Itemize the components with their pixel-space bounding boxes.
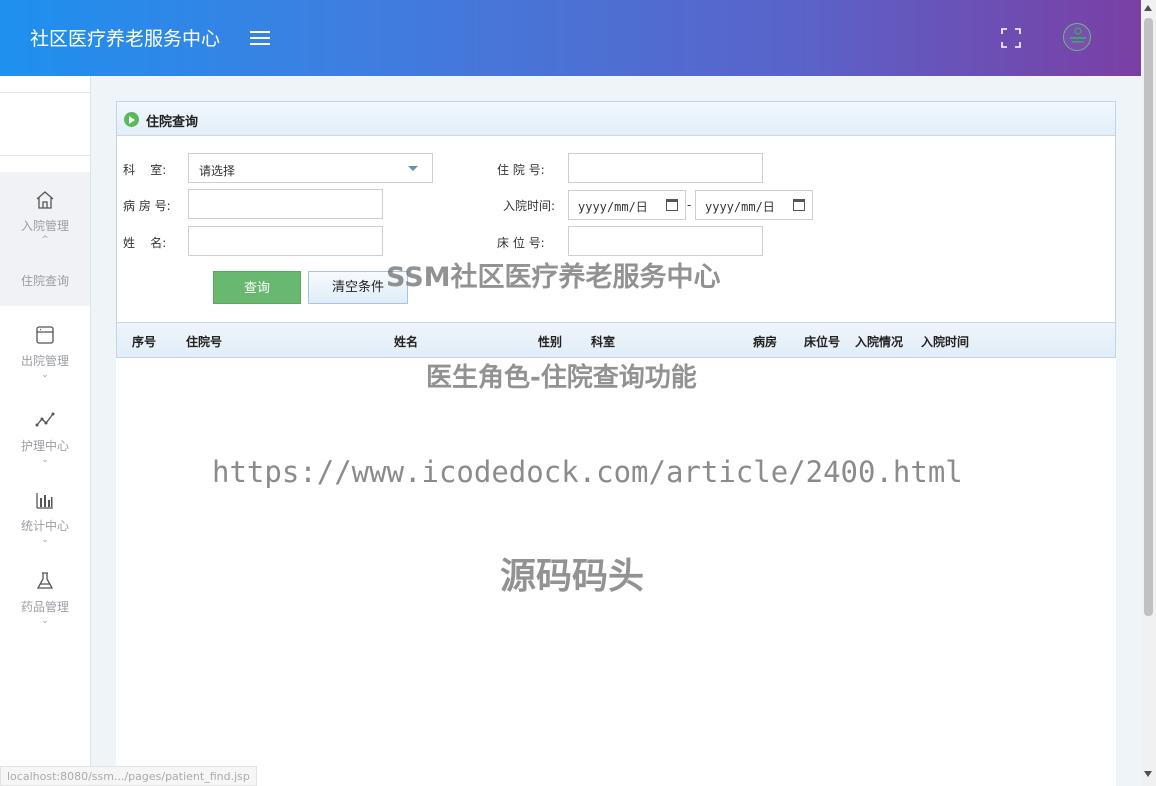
scrollbar-thumb[interactable] [1144,18,1153,616]
avatar-logo-icon [1070,27,1086,43]
vertical-scrollbar[interactable] [1141,0,1156,786]
column-header-admission-status[interactable]: 入院情况 [855,333,903,350]
calendar-icon[interactable] [793,199,805,211]
browser-window-icon [36,326,54,344]
sidebar-item-statistics[interactable]: 统计中心 ⌄ [0,489,90,545]
sidebar-item-label: 护理中心 [20,439,69,453]
column-header-gender[interactable]: 性别 [538,333,562,350]
column-header-name[interactable]: 姓名 [394,333,418,350]
calendar-icon[interactable] [666,199,678,211]
play-circle-icon [124,112,139,127]
column-header-index[interactable]: 序号 [132,333,156,350]
column-header-department[interactable]: 科室 [591,333,615,350]
watermark-url: https://www.icodedock.com/article/2400.h… [212,455,963,489]
admission-no-input[interactable] [568,153,763,183]
ward-input[interactable] [188,189,383,219]
flask-icon [36,572,54,589]
panel-title: 住院查询 [146,115,199,130]
date-from-input[interactable]: yyyy/mm/日 [568,190,686,220]
query-button[interactable]: 查询 [213,271,301,304]
hamburger-icon[interactable] [248,27,272,47]
admission-no-label: 住 院 号: [497,163,545,177]
sidebar-item-label: 统计中心 [20,519,69,533]
app-title: 社区医疗养老服务中心 [30,28,221,50]
sidebar-item-admission[interactable]: 入院管理 ^ [0,189,90,245]
line-chart-icon [35,412,55,427]
chevron-down-icon: ⌄ [41,535,49,545]
sidebar-divider [0,155,90,156]
chevron-down-icon: ⌄ [41,370,49,380]
top-header: 社区医疗养老服务中心 [0,0,1141,76]
sidebar-subitem-inpatient-query[interactable]: 住院查询 [0,272,90,289]
sidebar-item-label: 药品管理 [20,600,69,614]
date-to-input[interactable]: yyyy/mm/日 [695,190,813,220]
column-header-ward[interactable]: 病房 [753,333,777,350]
ward-label: 病 房 号: [123,199,171,213]
sidebar-divider [0,92,90,93]
sidebar: 入院管理 ^ 住院查询 出院管理 ⌄ 护理中心 ⌄ 统计中心 ⌄ 药品管理 ⌄ [0,76,91,786]
home-icon [36,191,54,209]
column-header-admission-time[interactable]: 入院时间 [921,333,969,350]
watermark-title: SSM社区医疗养老服务中心 [386,262,721,293]
chevron-down-icon: ⌄ [41,455,49,465]
watermark-source: 源码码头 [500,556,645,597]
sidebar-item-label: 入院管理 [20,219,69,233]
sidebar-item-medicine[interactable]: 药品管理 ⌄ [0,570,90,626]
chevron-down-icon: ⌄ [41,616,49,626]
name-label: 姓 名: [123,236,167,250]
avatar[interactable] [1063,23,1091,51]
date-to-placeholder: yyyy/mm/日 [705,200,775,214]
dept-label: 科 室: [123,163,167,177]
date-separator: - [687,198,692,212]
chevron-up-icon: ^ [41,235,49,245]
dept-select[interactable]: 请选择 [188,153,433,183]
sidebar-item-nursing[interactable]: 护理中心 ⌄ [0,409,90,465]
bar-chart-icon [36,493,53,509]
column-header-bed[interactable]: 床位号 [804,333,840,350]
sidebar-item-discharge[interactable]: 出院管理 ⌄ [0,324,90,380]
fullscreen-icon[interactable] [998,25,1024,51]
watermark-subtitle: 医生角色-住院查询功能 [426,363,697,393]
bed-label: 床 位 号: [497,236,545,250]
column-header-admission-no[interactable]: 住院号 [186,333,222,350]
admit-time-label: 入院时间: [503,199,556,213]
panel-header: 住院查询 [117,102,1115,136]
bed-input[interactable] [568,226,763,256]
date-from-placeholder: yyyy/mm/日 [578,200,648,214]
sidebar-item-label: 出院管理 [20,354,69,368]
scroll-down-arrow-icon[interactable] [1144,771,1152,777]
name-input[interactable] [188,226,383,256]
chevron-down-icon [408,166,418,171]
dept-select-value: 请选择 [199,164,236,178]
scroll-up-arrow-icon[interactable] [1144,5,1152,11]
status-bar-url: localhost:8080/ssm.../pages/patient_find… [0,766,257,786]
